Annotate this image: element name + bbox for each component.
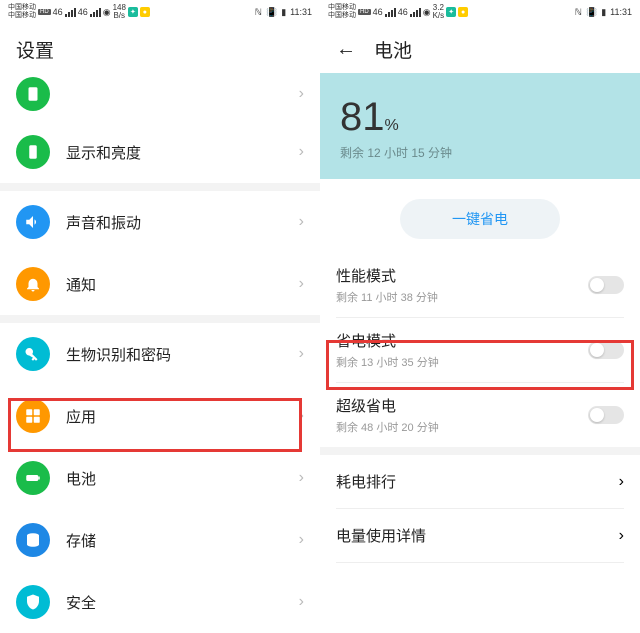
wifi-icon: ◉: [423, 7, 431, 18]
net-gen-2: 46: [78, 7, 88, 17]
battery-row-icon: [16, 461, 50, 495]
row-power-ranking[interactable]: 耗电排行 ›: [320, 455, 640, 508]
row-label: 显示和亮度: [66, 142, 299, 163]
signal-icon: [65, 8, 76, 17]
nfc-icon: ℕ: [255, 7, 262, 18]
signal-icon-2: [90, 8, 101, 17]
link-label: 电量使用详情: [336, 525, 619, 546]
row-battery[interactable]: 电池 ›: [0, 447, 320, 509]
row-display[interactable]: 显示和亮度 ›: [0, 121, 320, 183]
mode-title: 超级省电: [336, 395, 588, 416]
chevron-right-icon: ›: [299, 85, 304, 103]
signal-icon-2: [410, 8, 421, 17]
status-bar: 中国移动 中国移动 HD 46 46 ◉ 3.2K/s ✦● ℕ 📳 ▮ 11:…: [320, 0, 640, 24]
battery-remaining: 剩余 12 小时 15 分钟: [340, 144, 620, 161]
row-security[interactable]: 安全 ›: [0, 571, 320, 633]
row-label: 应用: [66, 406, 299, 427]
hd-tag: HD: [38, 9, 51, 15]
battery-icon: ▮: [281, 7, 286, 18]
back-arrow-icon[interactable]: ←: [336, 38, 356, 61]
battery-screen: 中国移动 中国移动 HD 46 46 ◉ 3.2K/s ✦● ℕ 📳 ▮ 11:…: [320, 0, 640, 579]
mode-sub: 剩余 48 小时 20 分钟: [336, 419, 588, 435]
chevron-right-icon: ›: [299, 213, 304, 231]
row-label: 生物识别和密码: [66, 344, 299, 365]
chevron-right-icon: ›: [299, 469, 304, 487]
row-sound[interactable]: 声音和振动 ›: [0, 191, 320, 253]
row-partial-top[interactable]: ›: [0, 73, 320, 121]
row-apps[interactable]: 应用 ›: [0, 385, 320, 447]
battery-hero: 81% 剩余 12 小时 15 分钟: [320, 73, 640, 179]
wifi-icon: ◉: [103, 7, 111, 18]
carrier-2: 中国移动: [328, 12, 356, 20]
row-label: 存储: [66, 530, 299, 551]
row-notifications[interactable]: 通知 ›: [0, 253, 320, 315]
shield-icon: [16, 585, 50, 619]
key-icon: [16, 337, 50, 371]
link-label: 耗电排行: [336, 471, 619, 492]
chevron-right-icon: ›: [299, 143, 304, 161]
toggle-ultra-save[interactable]: [588, 406, 624, 424]
toggle-performance[interactable]: [588, 276, 624, 294]
mode-title: 性能模式: [336, 265, 588, 286]
row-usage-details[interactable]: 电量使用详情 ›: [320, 509, 640, 562]
vibrate-icon: 📳: [586, 7, 597, 18]
chevron-right-icon: ›: [619, 473, 624, 491]
mode-performance[interactable]: 性能模式 剩余 11 小时 38 分钟: [320, 253, 640, 317]
row-biometrics[interactable]: 生物识别和密码 ›: [0, 323, 320, 385]
app-badge-1: ✦: [446, 7, 456, 17]
page-title: 电池: [374, 36, 412, 63]
clock: 11:31: [290, 7, 312, 17]
speed-unit: K/s: [433, 12, 445, 20]
unknown-icon: [16, 77, 50, 111]
signal-icon: [385, 8, 396, 17]
vibrate-icon: 📳: [266, 7, 277, 18]
mode-sub: 剩余 11 小时 38 分钟: [336, 289, 588, 305]
chevron-right-icon: ›: [299, 275, 304, 293]
percent-symbol: %: [385, 117, 399, 134]
chevron-right-icon: ›: [299, 345, 304, 363]
chevron-right-icon: ›: [299, 593, 304, 611]
battery-percent: 81: [340, 95, 385, 139]
carrier-2: 中国移动: [8, 12, 36, 20]
net-gen: 46: [53, 7, 63, 17]
sound-icon: [16, 205, 50, 239]
carrier-1: 中国移动: [328, 4, 356, 12]
bell-icon: [16, 267, 50, 301]
row-label: 通知: [66, 274, 299, 295]
hd-tag: HD: [358, 9, 371, 15]
battery-header: ← 电池: [320, 24, 640, 73]
clock: 11:31: [610, 7, 632, 17]
carrier-1: 中国移动: [8, 4, 36, 12]
settings-screen: 中国移动 中国移动 HD 46 46 ◉ 148B/s ✦● ℕ 📳 ▮ 11:…: [0, 0, 320, 579]
chevron-right-icon: ›: [299, 407, 304, 425]
storage-icon: [16, 523, 50, 557]
mode-sub: 剩余 13 小时 35 分钟: [336, 354, 588, 370]
battery-icon: ▮: [601, 7, 606, 18]
row-storage[interactable]: 存储 ›: [0, 509, 320, 571]
app-badge-2: ●: [140, 7, 150, 17]
row-label: 声音和振动: [66, 212, 299, 233]
app-badge-1: ✦: [128, 7, 138, 17]
chevron-right-icon: ›: [619, 527, 624, 545]
nfc-icon: ℕ: [575, 7, 582, 18]
net-gen: 46: [373, 7, 383, 17]
quick-save-label: 一键省电: [452, 211, 508, 227]
app-badge-2: ●: [458, 7, 468, 17]
status-bar: 中国移动 中国移动 HD 46 46 ◉ 148B/s ✦● ℕ 📳 ▮ 11:…: [0, 0, 320, 24]
display-icon: [16, 135, 50, 169]
mode-ultra-save[interactable]: 超级省电 剩余 48 小时 20 分钟: [320, 383, 640, 447]
mode-title: 省电模式: [336, 330, 588, 351]
toggle-power-save[interactable]: [588, 341, 624, 359]
net-gen-2: 46: [398, 7, 408, 17]
row-label: 电池: [66, 468, 299, 489]
page-title: 设置: [16, 36, 54, 63]
apps-icon: [16, 399, 50, 433]
chevron-right-icon: ›: [299, 531, 304, 549]
quick-save-button[interactable]: 一键省电: [400, 199, 560, 239]
mode-power-save[interactable]: 省电模式 剩余 13 小时 35 分钟: [320, 318, 640, 382]
speed-unit: B/s: [113, 12, 125, 20]
row-label: 安全: [66, 592, 299, 613]
settings-header: 设置: [0, 24, 320, 73]
